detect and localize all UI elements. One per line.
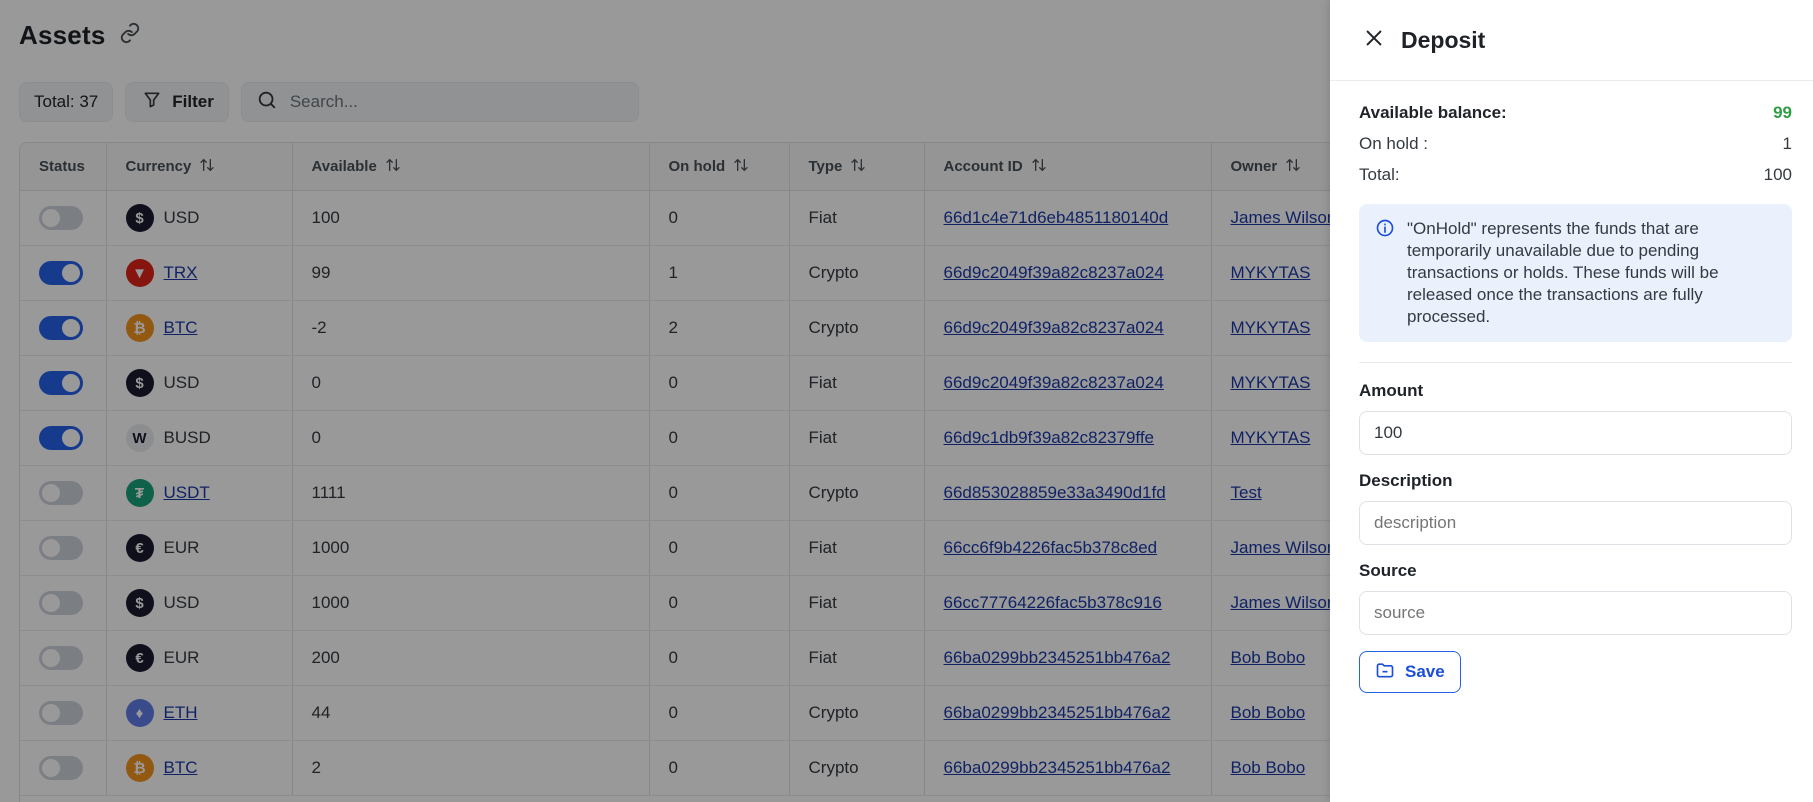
save-button[interactable]: Save	[1359, 651, 1461, 693]
total-label: Total:	[1359, 165, 1400, 184]
info-icon	[1375, 218, 1395, 328]
divider	[1359, 362, 1792, 363]
description-label: Description	[1359, 471, 1453, 490]
amount-input[interactable]	[1359, 411, 1792, 455]
description-input[interactable]	[1359, 501, 1792, 545]
on-hold-label: On hold :	[1359, 134, 1428, 153]
total-row: Total: 100	[1359, 159, 1792, 190]
save-icon	[1375, 660, 1395, 685]
on-hold-value: 1	[1782, 134, 1792, 153]
total-value: 100	[1763, 165, 1792, 184]
panel-header: Deposit	[1330, 0, 1813, 81]
amount-label: Amount	[1359, 381, 1424, 400]
on-hold-row: On hold : 1	[1359, 128, 1792, 159]
close-icon[interactable]	[1363, 27, 1385, 54]
panel-title: Deposit	[1401, 26, 1486, 53]
modal-backdrop[interactable]	[0, 0, 1330, 802]
info-text: "OnHold" represents the funds that are t…	[1407, 219, 1719, 326]
source-label: Source	[1359, 561, 1417, 580]
available-balance-label: Available balance:	[1359, 103, 1507, 122]
deposit-panel: Deposit Available balance: 99 On hold : …	[1330, 0, 1813, 802]
onhold-info-alert: "OnHold" represents the funds that are t…	[1359, 204, 1792, 342]
available-balance-row: Available balance: 99	[1359, 97, 1792, 128]
source-input[interactable]	[1359, 591, 1792, 635]
save-label: Save	[1405, 662, 1445, 681]
available-balance-value: 99	[1773, 103, 1792, 122]
panel-body: Available balance: 99 On hold : 1 Total:…	[1330, 81, 1813, 693]
